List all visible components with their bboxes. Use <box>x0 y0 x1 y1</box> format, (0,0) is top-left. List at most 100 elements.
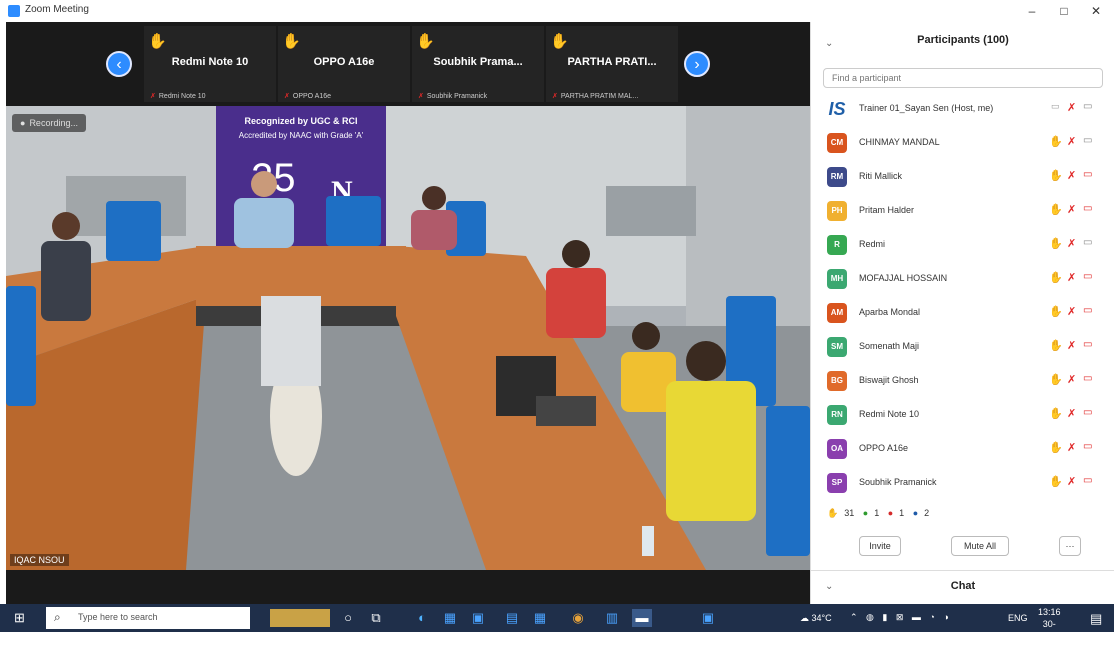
next-page-arrow[interactable]: › <box>684 51 710 77</box>
windows-start-icon[interactable]: ⊞ <box>14 611 28 625</box>
participant-name: Aparba Mondal <box>859 307 921 317</box>
raised-hand-icon: ✋ <box>148 33 167 50</box>
meeting-app-icon[interactable]: ▣ <box>698 609 718 627</box>
raised-hand-icon: ✋ <box>550 33 569 50</box>
participant-name: Pritam Halder <box>859 205 915 215</box>
raised-hand-icon: ✋ <box>1049 408 1063 420</box>
cortana-icon[interactable]: ○ <box>338 609 358 627</box>
main-video-feed[interactable]: Recognized by UGC & RCI Accredited by NA… <box>6 106 810 570</box>
recording-icon: ● <box>20 118 26 128</box>
video-off-icon: ▭ <box>1083 407 1093 418</box>
taskbar-search-box[interactable]: ⌕ Type here to search <box>46 607 250 629</box>
raised-hand-icon: ✋ <box>282 33 301 50</box>
participant-row[interactable]: RN Redmi Note 10 ✋ ✗ ▭ <box>811 400 1114 430</box>
invite-button[interactable]: Invite <box>859 536 901 556</box>
participant-row[interactable]: BG Biswajit Ghosh ✋ ✗ ▭ <box>811 366 1114 396</box>
mic-muted-icon: ✗ <box>1067 272 1077 284</box>
gallery-tile[interactable]: ✋ PARTHA PRATI... ✗ PARTHA PRATIM MAL... <box>546 26 678 102</box>
participant-name: Riti Mallick <box>859 171 903 181</box>
video-off-icon: ▭ <box>1083 271 1093 282</box>
task-view-icon[interactable]: ⧉ <box>366 609 386 627</box>
tile-name: Soubhik Prama... <box>433 56 523 68</box>
mic-muted-icon: ✗ <box>1067 102 1077 114</box>
video-off-icon: ▭ <box>1083 203 1093 214</box>
raised-hand-icon: ✋ <box>1049 306 1063 318</box>
raised-hand-icon: ✋ <box>1049 204 1063 216</box>
mic-muted-icon: ✗ <box>1067 238 1077 250</box>
raised-hand-icon: ✋ <box>827 508 839 518</box>
news-widget-icon[interactable] <box>270 609 330 627</box>
conference-room-scene: Recognized by UGC & RCI Accredited by NA… <box>6 106 810 570</box>
other-count: 2 <box>924 508 930 518</box>
store-icon[interactable]: ▦ <box>530 609 550 627</box>
tile-subname: OPPO A16e <box>292 93 332 100</box>
calculator-icon[interactable]: ▦ <box>440 609 460 627</box>
photos-icon[interactable]: ▥ <box>602 609 622 627</box>
notification-icon[interactable]: ▤ <box>1090 611 1102 627</box>
edge-browser-icon[interactable]: ◐ <box>412 609 432 627</box>
participant-name: Redmi <box>859 239 886 249</box>
participant-name: Trainer 01_Sayan Sen (Host, me) <box>859 103 994 113</box>
tile-subname: Redmi Note 10 <box>158 93 206 100</box>
video-off-icon: ▭ <box>1083 305 1093 316</box>
video-on-icon: ▭ <box>1083 237 1093 248</box>
gallery-tile[interactable]: ✋ OPPO A16e ✗ OPPO A16e <box>278 26 410 102</box>
minimize-button[interactable]: – <box>1018 2 1046 20</box>
participant-row[interactable]: MH MOFAJJAL HOSSAIN ✋ ✗ ▭ <box>811 264 1114 294</box>
info-icon: ▭ <box>1051 101 1060 111</box>
participant-row[interactable]: SM Somenath Maji ✋ ✗ ▭ <box>811 332 1114 362</box>
tile-subname: PARTHA PRATIM MAL... <box>560 93 639 100</box>
language-indicator[interactable]: ENG <box>1008 613 1028 623</box>
participant-row[interactable]: IS Trainer 01_Sayan Sen (Host, me) ▭ ✗ ▭ <box>811 94 1114 124</box>
participant-row[interactable]: CM CHINMAY MANDAL ✋ ✗ ▭ <box>811 128 1114 158</box>
avatar: RM <box>827 167 847 187</box>
chat-header: ⌄ Chat <box>811 570 1114 601</box>
participants-panel: ⌄ Participants (100) IS Trainer 01_Sayan … <box>810 22 1114 604</box>
maximize-button[interactable]: □ <box>1050 2 1078 20</box>
raised-hand-icon: ✋ <box>1049 136 1063 148</box>
recording-indicator: ● Recording... <box>12 114 86 132</box>
file-explorer-icon[interactable]: ▣ <box>468 609 488 627</box>
raised-hand-icon: ✋ <box>1049 374 1063 386</box>
mic-muted-icon: ✗ <box>1067 136 1077 148</box>
close-button[interactable]: ✕ <box>1082 2 1110 20</box>
participant-row[interactable]: RM Riti Mallick ✋ ✗ ▭ <box>811 162 1114 192</box>
participant-row[interactable]: SP Soubhik Pramanick ✋ ✗ ▭ <box>811 468 1114 498</box>
avatar: R <box>827 235 847 255</box>
gallery-tile[interactable]: ✋ Redmi Note 10 ✗ Redmi Note 10 <box>144 26 276 102</box>
chrome-icon[interactable]: ◉ <box>568 609 588 627</box>
participant-search-input[interactable] <box>823 68 1103 88</box>
participant-row[interactable]: OA OPPO A16e ✋ ✗ ▭ <box>811 434 1114 464</box>
avatar: SM <box>827 337 847 357</box>
weather-temp: 34°C <box>811 613 832 623</box>
clock[interactable]: 13:16 30-08-2022 <box>1038 606 1061 654</box>
yes-count: 1 <box>874 508 880 518</box>
tray-icons[interactable]: ⌃ ◍ ▮ ⊠ ▬ ◔ ◑ <box>850 612 952 623</box>
participant-row[interactable]: PH Pritam Halder ✋ ✗ ▭ <box>811 196 1114 226</box>
video-on-icon: ▭ <box>1083 135 1093 146</box>
reaction-counts: ✋ 31 ● 1 ● 1 ● 2 <box>827 508 935 519</box>
previous-page-arrow[interactable]: ‹ <box>106 51 132 77</box>
video-off-icon: ▭ <box>1083 339 1093 350</box>
chat-title: Chat <box>950 580 976 592</box>
gallery-tile[interactable]: ✋ Soubhik Prama... ✗ Soubhik Pramanick <box>412 26 544 102</box>
participant-row[interactable]: R Redmi ✋ ✗ ▭ <box>811 230 1114 260</box>
zoom-taskbar-icon[interactable]: ▬ <box>632 609 652 627</box>
participant-name: Somenath Maji <box>859 341 920 351</box>
mail-icon[interactable]: ▤ <box>502 609 522 627</box>
participant-row[interactable]: AM Aparba Mondal ✋ ✗ ▭ <box>811 298 1114 328</box>
mic-muted-icon: ✗ <box>1067 170 1077 182</box>
more-options-button[interactable]: ··· <box>1059 536 1081 556</box>
tile-name: Redmi Note 10 <box>171 56 249 68</box>
clock-date: 30-08-2022 <box>1039 619 1060 653</box>
video-off-icon: ▭ <box>1083 441 1093 452</box>
participants-title: Participants (100) <box>917 34 1009 46</box>
video-off-icon: ▭ <box>1083 373 1093 384</box>
participant-name: MOFAJJAL HOSSAIN <box>859 273 948 283</box>
participant-name: CHINMAY MANDAL <box>859 137 940 147</box>
taskbar-search-placeholder: Type here to search <box>78 612 158 622</box>
mute-all-button[interactable]: Mute All <box>951 536 1009 556</box>
avatar: MH <box>827 269 847 289</box>
mic-muted-icon: ✗ <box>1067 306 1077 318</box>
banner-line1: Recognized by UGC & RCI <box>244 116 357 126</box>
